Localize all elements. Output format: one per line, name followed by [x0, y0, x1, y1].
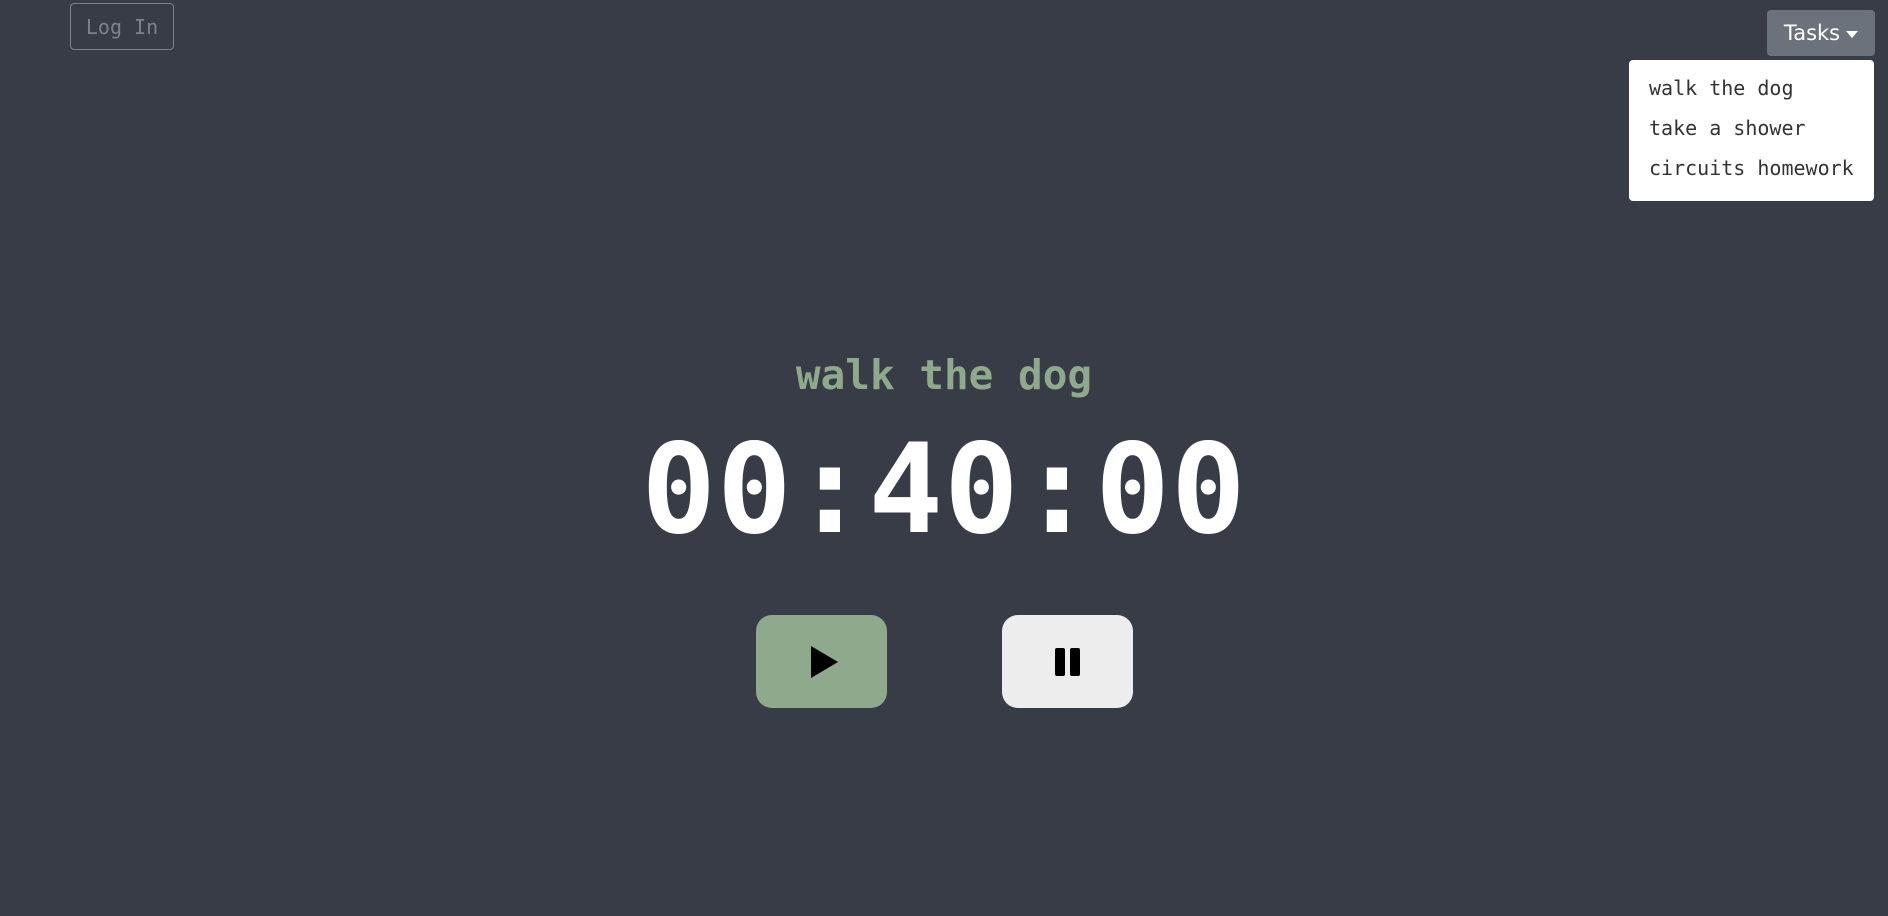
- pause-bar: [1055, 647, 1065, 676]
- login-button[interactable]: Log In: [70, 3, 174, 50]
- tasks-menu-item[interactable]: take a shower: [1629, 108, 1874, 148]
- tasks-dropdown-button[interactable]: Tasks: [1767, 10, 1875, 56]
- current-task-title: walk the dog: [795, 351, 1093, 399]
- pause-bar: [1070, 647, 1080, 676]
- play-icon: [811, 645, 838, 678]
- caret-down-icon: [1846, 30, 1859, 38]
- pause-button[interactable]: [1002, 615, 1133, 708]
- tasks-menu-item[interactable]: walk the dog: [1629, 68, 1874, 108]
- tasks-button-label: Tasks: [1783, 21, 1841, 45]
- tasks-menu-item[interactable]: circuits homework: [1629, 148, 1874, 188]
- pause-icon: [1055, 647, 1080, 676]
- tasks-dropdown-menu: walk the dog take a shower circuits home…: [1629, 60, 1874, 201]
- play-button[interactable]: [756, 615, 887, 708]
- timer-display: 00:40:00: [641, 418, 1247, 562]
